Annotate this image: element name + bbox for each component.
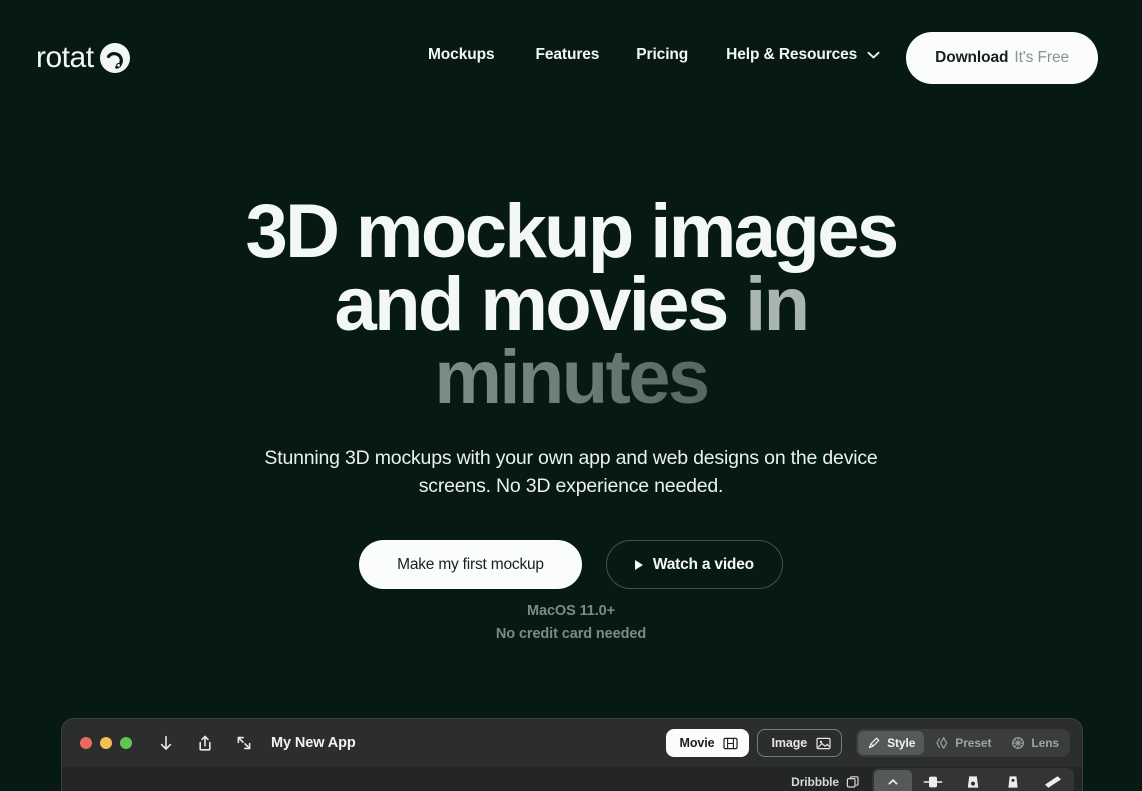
nav-link-mockups[interactable]: Mockups: [428, 46, 495, 64]
subtitle-line-1: Stunning 3D mockups with your own app an…: [264, 447, 878, 469]
window-title: My New App: [271, 735, 356, 751]
chevron-down-icon[interactable]: [867, 51, 880, 59]
picture-icon: [816, 737, 831, 750]
phone-back-icon[interactable]: [994, 770, 1032, 791]
layer-label[interactable]: Dribbble: [791, 775, 860, 789]
download-arrow-icon[interactable]: [157, 734, 175, 752]
watch-video-button[interactable]: Watch a video: [605, 540, 783, 589]
lens-circle-icon: [1011, 736, 1025, 750]
mode-tab-movie[interactable]: Movie: [665, 729, 750, 757]
watch-video-label: Watch a video: [652, 555, 754, 573]
logo-text: rotat: [36, 41, 94, 74]
headline-line-1: 3D mockup images: [245, 189, 899, 274]
headline-line-2: and movies in: [0, 266, 1142, 342]
nav-link-features[interactable]: Features: [535, 46, 599, 64]
object-selector-row: [872, 768, 1074, 791]
film-icon: [723, 737, 739, 750]
download-button[interactable]: Download It's Free: [906, 32, 1098, 84]
share-icon[interactable]: [196, 734, 214, 752]
make-first-mockup-button[interactable]: Make my first mockup: [359, 540, 582, 589]
app-window-preview: My New App Movie Image Style Preset Lens…: [61, 718, 1083, 791]
tool-group: Style Preset Lens: [856, 729, 1070, 757]
cta-button-row: Make my first mockup Watch a video: [0, 540, 1142, 589]
tool-preset[interactable]: Preset: [926, 731, 1000, 755]
duplicate-icon[interactable]: [846, 775, 860, 789]
nav-links: Mockups Features Pricing Help & Resource…: [428, 46, 880, 64]
tool-lens[interactable]: Lens: [1002, 731, 1068, 755]
headline-line-2-dim: in: [745, 261, 810, 347]
download-button-label: Download: [935, 49, 1009, 66]
download-button-sublabel: It's Free: [1014, 49, 1069, 66]
chevron-up-icon[interactable]: [874, 770, 912, 791]
tool-style-label: Style: [887, 736, 916, 750]
brand-logo[interactable]: rotat: [36, 40, 133, 76]
play-triangle-icon: [634, 559, 643, 570]
layer-name: Dribbble: [791, 775, 839, 789]
phone-front-icon[interactable]: [954, 770, 992, 791]
layers-diamond-icon: [935, 736, 949, 750]
tool-lens-label: Lens: [1031, 736, 1059, 750]
dumbbell-device-icon[interactable]: [914, 770, 952, 791]
meta-no-credit-card: No credit card needed: [495, 626, 647, 643]
subtitle-line-2: screens. No 3D experience needed.: [418, 475, 724, 498]
nav-link-help-resources[interactable]: Help & Resources: [726, 46, 857, 64]
minimize-window-icon[interactable]: [100, 737, 112, 749]
titlebar-actions: [157, 734, 253, 752]
close-window-icon[interactable]: [80, 737, 92, 749]
mode-tab-movie-label: Movie: [679, 736, 715, 750]
mode-tab-image-label: Image: [771, 736, 808, 750]
tool-style[interactable]: Style: [858, 731, 925, 755]
mode-tab-image[interactable]: Image: [757, 729, 843, 757]
tool-preset-label: Preset: [955, 736, 992, 750]
traffic-lights: [80, 737, 132, 749]
brush-icon: [867, 736, 881, 750]
nav-link-pricing[interactable]: Pricing: [636, 46, 688, 64]
page-title: 3D mockup images and movies in minutes: [0, 189, 1142, 416]
top-navigation-bar: rotat Mockups Features Pricing Help & Re…: [0, 0, 1142, 116]
tablet-angled-icon[interactable]: [1034, 770, 1072, 791]
window-subtoolbar: Dribbble: [62, 767, 1082, 791]
meta-os-requirement: MacOS 11.0+: [527, 603, 615, 619]
maximize-window-icon[interactable]: [120, 737, 132, 749]
window-toolbar: Movie Image Style Preset Lens: [665, 729, 1070, 757]
headline-line-3: minutes: [0, 339, 1142, 415]
expand-icon[interactable]: [235, 734, 253, 752]
rotate-circle-icon: [96, 40, 133, 76]
hero-meta-text: MacOS 11.0+ No credit card needed: [0, 600, 1142, 647]
hero-subtitle: Stunning 3D mockups with your own app an…: [0, 444, 1142, 501]
window-titlebar: My New App Movie Image Style Preset Lens: [62, 719, 1082, 767]
